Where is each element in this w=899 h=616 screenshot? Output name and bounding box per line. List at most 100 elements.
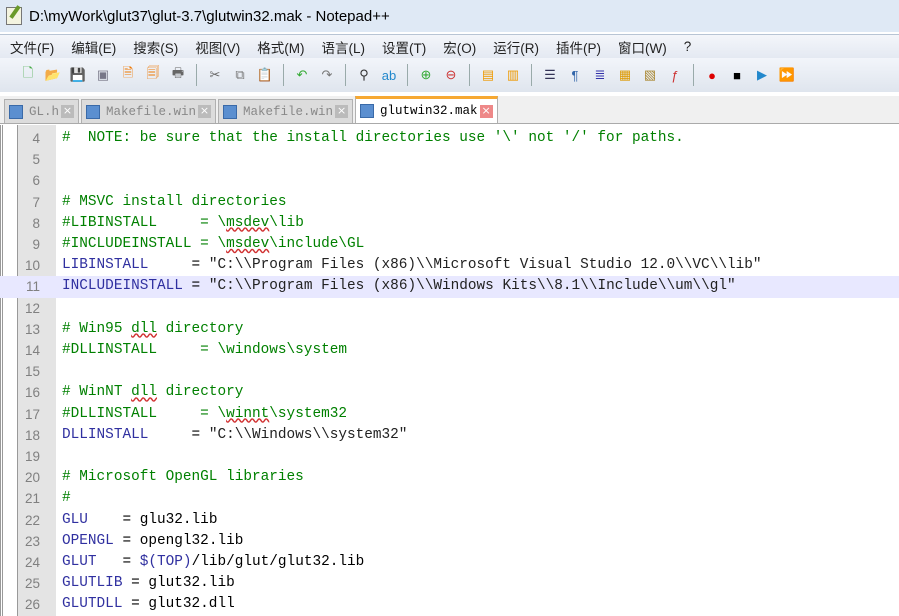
- line-text: #DLLINSTALL = \winnt\system32: [62, 404, 347, 425]
- menu-item[interactable]: 插件(P): [556, 37, 601, 57]
- menu-item[interactable]: 宏(O): [443, 37, 476, 57]
- code-token: =: [182, 278, 209, 295]
- line-number: 22: [24, 512, 40, 528]
- code-line: 5: [0, 149, 899, 170]
- line-number: 9: [32, 237, 40, 252]
- line-text: # NOTE: be sure that the install directo…: [62, 128, 684, 149]
- tab-makefile-win[interactable]: Makefile.win ×: [218, 99, 354, 123]
- line-number: 25: [24, 576, 40, 592]
- spellcheck-word: msdev: [226, 236, 270, 252]
- line-number: 16: [24, 385, 40, 401]
- code-token: "C:\\Program Files (x86)\\Windows Kits\\…: [208, 278, 736, 295]
- sync-vertical-icon[interactable]: ▤: [478, 65, 498, 85]
- open-file-icon[interactable]: 📂: [43, 65, 63, 85]
- code-line: 19: [0, 446, 899, 467]
- code-token: "C:\\Program Files (x86)\\Microsoft Visu…: [208, 257, 762, 274]
- zoom-out-icon[interactable]: ⊖: [441, 65, 461, 85]
- code-token: INCLUDEINSTALL: [62, 278, 183, 295]
- code-token: #LIBINSTALL = \: [62, 214, 227, 231]
- menu-item[interactable]: 搜索(S): [133, 37, 178, 57]
- code-line: 16 # WinNT dll directory: [0, 382, 899, 403]
- menu-item[interactable]: 语言(L): [322, 37, 366, 57]
- toolbar-separator: [531, 64, 532, 86]
- tab-close-icon[interactable]: ×: [198, 105, 212, 118]
- tab-bar: GL.h × Makefile.win × Makefile.win × glutwin32…: [0, 96, 899, 124]
- line-number: 23: [24, 533, 40, 549]
- paste-icon[interactable]: 📋: [255, 65, 275, 85]
- stop-record-icon[interactable]: ■: [727, 65, 747, 85]
- file-save-state-icon: [86, 104, 101, 119]
- cut-icon[interactable]: ✂: [205, 65, 225, 85]
- find-icon[interactable]: ⚲: [354, 65, 374, 85]
- replace-icon[interactable]: ab: [379, 65, 399, 85]
- new-file-icon[interactable]: 🗋: [18, 65, 38, 85]
- user-language-icon[interactable]: ▦: [615, 65, 635, 85]
- toolbar-separator: [407, 64, 408, 86]
- code-token: = opengl32.lib: [113, 532, 244, 549]
- line-text: #: [62, 488, 71, 509]
- save-all-icon[interactable]: ▣: [93, 65, 113, 85]
- code-token: #INCLUDEINSTALL = \: [62, 236, 227, 252]
- word-wrap-icon[interactable]: ☰: [540, 65, 560, 85]
- code-line: 17 #DLLINSTALL = \winnt\system32: [0, 404, 899, 425]
- line-number: 17: [24, 406, 40, 422]
- code-token: =: [96, 554, 140, 570]
- line-text: INCLUDEINSTALL = "C:\\Program Files (x86…: [62, 276, 736, 297]
- line-number: 19: [24, 449, 40, 464]
- code-token: LIBINSTALL: [62, 257, 149, 274]
- undo-icon[interactable]: ↶: [292, 65, 312, 85]
- show-all-chars-icon[interactable]: ¶: [565, 65, 585, 85]
- code-editor[interactable]: 4 # NOTE: be sure that the install direct…: [0, 125, 899, 616]
- line-number: 14: [24, 343, 40, 358]
- line-text: GLUT = $(TOP)/lib/glut/glut32.lib: [62, 552, 364, 573]
- code-token: $(TOP): [139, 554, 192, 570]
- line-number: 8: [32, 215, 40, 231]
- code-line: 13 # Win95 dll directory: [0, 319, 899, 340]
- menu-item[interactable]: 视图(V): [195, 37, 240, 57]
- menu-item[interactable]: 格式(M): [257, 37, 304, 57]
- run-macro-multiple-icon[interactable]: ⏩: [777, 65, 797, 85]
- line-text: OPENGL = opengl32.lib: [62, 531, 243, 552]
- code-token: = glu32.lib: [87, 511, 218, 528]
- line-text: # MSVC install directories: [62, 192, 287, 213]
- line-number: 4: [32, 131, 40, 146]
- zoom-in-icon[interactable]: ⊕: [416, 65, 436, 85]
- sync-horizontal-icon[interactable]: ▥: [503, 65, 523, 85]
- menu-item[interactable]: 窗口(W): [618, 37, 667, 57]
- tab-close-icon[interactable]: ×: [61, 105, 75, 118]
- line-number: 18: [24, 427, 40, 443]
- tab-close-icon[interactable]: ×: [335, 105, 349, 118]
- window-title: D:\myWork\glut37\glut-3.7\glutwin32.mak …: [29, 7, 390, 25]
- menu-item[interactable]: 文件(F): [10, 37, 54, 57]
- tab-label: GL.h: [29, 104, 60, 119]
- code-token: #: [62, 490, 71, 507]
- record-macro-icon[interactable]: ●: [702, 65, 722, 85]
- spellcheck-word: dll: [131, 384, 158, 401]
- code-token: # MSVC install directories: [62, 193, 287, 210]
- tab-label: Makefile.win: [243, 104, 334, 119]
- play-macro-icon[interactable]: ▶: [752, 65, 772, 85]
- redo-icon[interactable]: ↷: [317, 65, 337, 85]
- print-icon[interactable]: 🖶: [168, 65, 188, 85]
- tab-close-icon[interactable]: ×: [479, 104, 493, 118]
- menu-item[interactable]: ?: [684, 39, 692, 54]
- indent-guide-icon[interactable]: ≣: [590, 65, 610, 85]
- line-text: DLLINSTALL = "C:\\Windows\\system32": [62, 425, 407, 446]
- code-token: =: [148, 257, 209, 274]
- line-text: GLUTLIB = glut32.lib: [62, 573, 235, 594]
- code-token: GLUTLIB: [62, 575, 123, 592]
- menu-item[interactable]: 设置(T): [382, 37, 426, 57]
- save-icon[interactable]: 💾: [68, 65, 88, 85]
- function-list-icon[interactable]: ƒ: [665, 65, 685, 85]
- code-line: 18 DLLINSTALL = "C:\\Windows\\system32": [0, 425, 899, 446]
- code-token: #DLLINSTALL = \windows\system: [62, 342, 347, 358]
- tab-glutwin32-mak[interactable]: glutwin32.mak ×: [355, 96, 498, 123]
- doc-map-icon[interactable]: ▧: [640, 65, 660, 85]
- copy-icon[interactable]: ⧉: [230, 65, 250, 85]
- menu-item[interactable]: 运行(R): [493, 37, 539, 57]
- tab-gl-h[interactable]: GL.h ×: [4, 99, 80, 123]
- tab-makefile-win[interactable]: Makefile.win ×: [81, 99, 217, 123]
- close-icon[interactable]: 🗎: [118, 65, 138, 85]
- close-all-icon[interactable]: 🗐: [143, 65, 163, 85]
- menu-item[interactable]: 编辑(E): [71, 37, 116, 57]
